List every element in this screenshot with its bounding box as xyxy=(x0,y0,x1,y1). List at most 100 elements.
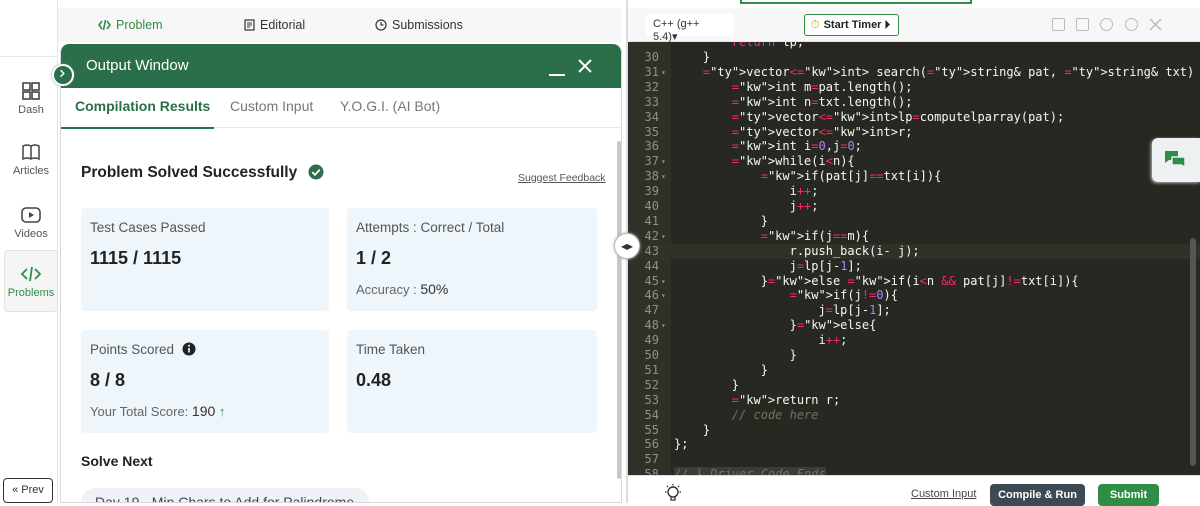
code-line: 36 ="kw">int i=0,j=0; xyxy=(628,139,1200,154)
chat-button[interactable] xyxy=(1152,138,1200,182)
code-line: 48 ▾ }="kw">else{ xyxy=(628,318,1200,333)
nav-label: Articles xyxy=(12,165,50,177)
output-window-header: Output Window xyxy=(61,44,621,88)
fold-toggle-icon[interactable]: ▾ xyxy=(661,318,666,333)
suggest-feedback-link[interactable]: Suggest Feedback xyxy=(518,172,606,184)
code-line: 57 xyxy=(628,452,1200,467)
nav-item-problems[interactable]: Problems xyxy=(4,250,58,312)
line-number: 52 xyxy=(644,377,659,392)
custom-input-link[interactable]: Custom Input xyxy=(911,488,976,500)
active-tab-indicator xyxy=(61,127,214,129)
code-line: 55 } xyxy=(628,423,1200,438)
line-number: 31 xyxy=(644,64,659,79)
next-problem-link[interactable]: Day 19 - Min Chars to Add for Palindrome xyxy=(81,488,369,502)
document-icon xyxy=(244,19,255,31)
minimize-icon[interactable] xyxy=(549,74,565,76)
line-number: 37 xyxy=(644,154,659,169)
line-number: 40 xyxy=(644,199,659,213)
code-line: 34 ="ty">vector<="kw">int>lp=computelpar… xyxy=(628,110,1200,125)
code-line: 40 j++; xyxy=(628,199,1200,214)
code-line: 53 ="kw">return r; xyxy=(628,393,1200,408)
code-line: 49 i++; xyxy=(628,333,1200,348)
code-text: } xyxy=(674,422,711,437)
code-text: j++; xyxy=(674,199,819,213)
fold-toggle-icon[interactable]: ▾ xyxy=(661,288,666,303)
check-circle-icon xyxy=(308,164,324,180)
fullscreen-icon[interactable] xyxy=(1149,18,1162,31)
code-line: 46 ▾ ="kw">if(j!=0){ xyxy=(628,288,1200,303)
expand-icon[interactable] xyxy=(52,64,74,86)
tab-custom-input[interactable]: Custom Input xyxy=(230,98,313,114)
fold-toggle-icon[interactable]: ▾ xyxy=(661,169,666,184)
result-status: Problem Solved Successfully xyxy=(81,164,324,182)
code-text: i++; xyxy=(674,184,819,199)
tab-compilation-results[interactable]: Compilation Results xyxy=(75,98,210,114)
points-card: Points Scored 8 / 8 Your Total Score: 19… xyxy=(81,330,329,433)
card-value: 1115 / 1115 xyxy=(90,248,182,268)
line-number: 30 xyxy=(644,50,659,64)
code-line: 54 // code here xyxy=(628,408,1200,423)
start-timer-button[interactable]: ⏱ Start Timer ⏵ xyxy=(804,14,899,36)
code-line: 42 ▾ ="kw">if(j==m){ xyxy=(628,229,1200,244)
nav-item-dash[interactable]: Dash xyxy=(4,76,58,136)
info-icon[interactable] xyxy=(182,342,196,356)
code-line: 32 ="kw">int m=pat.length(); xyxy=(628,80,1200,95)
code-line: 58 // } Driver Code Ends xyxy=(628,467,1200,475)
tab-submissions[interactable]: Submissions xyxy=(375,8,463,42)
code-text: ="ty">vector<="kw">int> search(="ty">str… xyxy=(702,64,1200,79)
prev-button[interactable]: « Prev xyxy=(3,478,53,503)
code-text: ="kw">int i=0,j=0; xyxy=(731,139,862,154)
copy-icon[interactable] xyxy=(1052,18,1065,31)
card-label: Attempts : Correct / Total xyxy=(356,220,505,235)
left-nav: Dash Articles Videos Problems « Prev xyxy=(0,0,58,503)
code-line: 41 } xyxy=(628,214,1200,229)
code-line: 52 } xyxy=(628,378,1200,393)
code-text: ="kw">if(j==m){ xyxy=(760,228,870,243)
tab-label: Problem xyxy=(116,18,163,32)
line-number: 41 xyxy=(644,213,659,228)
fold-toggle-icon[interactable]: ▾ xyxy=(661,229,666,244)
editor-scrollbar[interactable] xyxy=(1190,238,1196,466)
code-text: } xyxy=(674,50,711,64)
code-text: }; xyxy=(674,437,689,452)
total-score: Your Total Score: 190 ↑ xyxy=(90,403,225,419)
tab-editorial[interactable]: Editorial xyxy=(244,8,305,42)
line-number: 39 xyxy=(644,184,659,199)
code-line: 47 j=lp[j-1]; xyxy=(628,303,1200,318)
file-icon[interactable] xyxy=(1076,18,1089,31)
settings-icon[interactable] xyxy=(1100,18,1113,31)
code-line: 43 r.push_back(i- j); xyxy=(628,243,1200,259)
code-line: 45 ▾ }="kw">else ="kw">if(i<n && pat[j]!=… xyxy=(628,274,1200,289)
language-select[interactable]: C++ (g++ 5.4)▾ xyxy=(646,14,734,43)
code-editor[interactable]: return lp; 30 } 31 ▾ ="ty">vector<="kw">in… xyxy=(628,42,1200,475)
code-text: // code here xyxy=(674,407,819,422)
line-number: 57 xyxy=(644,452,659,467)
prev-label: Prev xyxy=(21,484,44,496)
lightbulb-icon[interactable] xyxy=(664,484,682,504)
card-value: 1 / 2 xyxy=(356,248,392,268)
fold-toggle-icon[interactable]: ▾ xyxy=(661,274,666,289)
code-line: 51 } xyxy=(628,363,1200,378)
code-text: ="kw">while(i<n){ xyxy=(731,154,855,169)
tab-yogi-ai-bot[interactable]: Y.O.G.I. (AI Bot) xyxy=(340,98,440,114)
test-cases-card: Test Cases Passed 1115 / 1115 xyxy=(81,208,329,311)
solve-next-heading: Solve Next xyxy=(81,453,153,469)
resize-handle-icon[interactable]: ◂▸ xyxy=(614,233,640,259)
line-number: 33 xyxy=(644,94,659,109)
attempts-card: Attempts : Correct / Total 1 / 2 Accurac… xyxy=(347,208,597,311)
close-icon[interactable] xyxy=(577,58,593,74)
code-line: 30 } xyxy=(628,50,1200,65)
tab-problem[interactable]: Problem xyxy=(98,8,163,42)
accuracy: Accuracy : 50% xyxy=(356,281,448,297)
fold-toggle-icon[interactable]: ▾ xyxy=(661,65,666,80)
reset-icon[interactable] xyxy=(1125,18,1138,31)
total-score-value: 190 xyxy=(191,403,216,419)
card-value: 8 / 8 xyxy=(90,370,126,390)
points-label: Points Scored xyxy=(90,342,175,357)
nav-item-articles[interactable]: Articles xyxy=(4,137,58,197)
fold-toggle-icon[interactable]: ▾ xyxy=(661,154,666,169)
output-scrollbar[interactable] xyxy=(617,141,621,479)
code-text: r.push_back(i- j); xyxy=(674,243,920,258)
play-icon: ⏵ xyxy=(884,19,891,31)
line-number: 32 xyxy=(644,79,659,94)
